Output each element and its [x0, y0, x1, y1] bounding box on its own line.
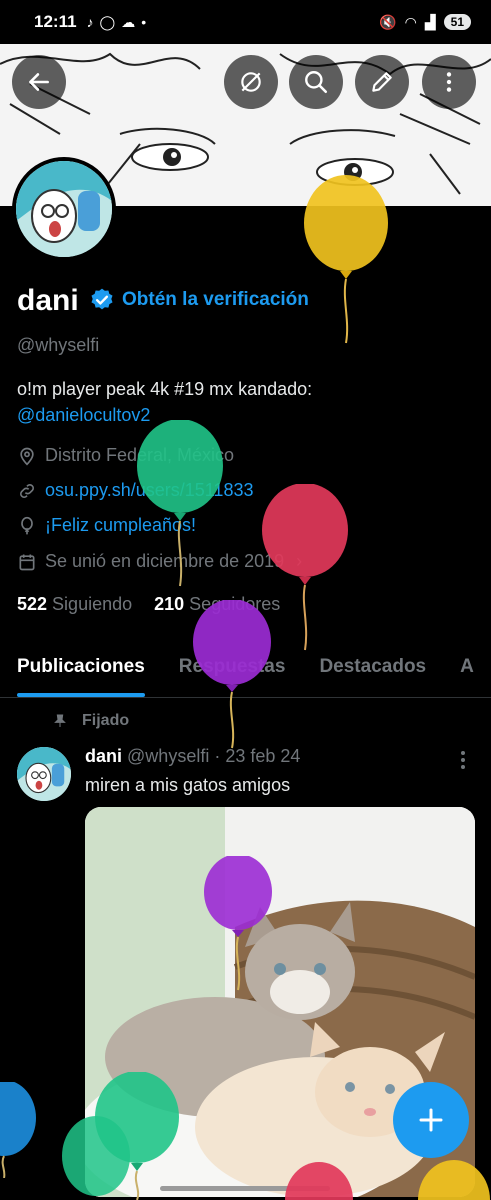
notifications-off-button[interactable]: [224, 55, 278, 109]
followers-count: 210: [154, 594, 185, 614]
back-button[interactable]: [12, 55, 66, 109]
blue-balloon-icon: [0, 1082, 36, 1178]
compose-post-button[interactable]: [393, 1082, 469, 1158]
back-arrow-icon: [29, 73, 49, 91]
yellow-balloon-icon: [304, 175, 388, 344]
tab-more[interactable]: A: [426, 640, 474, 697]
battery-indicator: 51: [443, 14, 471, 30]
signal-icon: ▟: [424, 13, 436, 30]
following-label: Siguiendo: [52, 594, 133, 614]
verified-badge-icon[interactable]: [89, 287, 115, 313]
mute-icon: 🔇: [379, 13, 397, 30]
tab-posts[interactable]: Publicaciones: [0, 640, 145, 697]
edit-icon: [372, 72, 392, 92]
balloon-icon: [21, 516, 33, 534]
post-author-name[interactable]: dani: [85, 746, 122, 766]
post-more-icon[interactable]: [455, 748, 471, 772]
search-button[interactable]: [289, 55, 343, 109]
cloud-icon: ☁: [121, 13, 136, 30]
profile-handle: @whyselfi: [17, 335, 100, 355]
more-vertical-icon: [446, 72, 452, 92]
post-text: miren a mis gatos amigos: [85, 775, 291, 795]
post-author-avatar[interactable]: [17, 747, 71, 801]
purple-balloon-icon: [204, 856, 272, 991]
status-bar: 12:11 ♪ ◯ ☁ • 🔇 ◠ ▟ 51: [0, 0, 491, 44]
tiktok-icon: ♪: [86, 14, 94, 30]
pinned-label: Fijado: [82, 712, 130, 729]
location-icon: [20, 447, 34, 466]
link-icon: [20, 483, 34, 498]
status-system-icons: 🔇 ◠ ▟ 51: [379, 14, 471, 31]
following-stat[interactable]: 522 Siguiendo: [17, 594, 132, 615]
status-app-icons: ♪ ◯ ☁ •: [87, 14, 147, 31]
more-options-button[interactable]: [422, 55, 476, 109]
get-verified-link[interactable]: Obtén la verificación: [122, 289, 309, 311]
whatsapp-icon: ◯: [99, 13, 116, 30]
no-notification-icon: [241, 72, 261, 92]
status-time: 12:11: [34, 12, 77, 31]
yellow-balloon-icon: [418, 1160, 490, 1200]
edit-profile-button[interactable]: [355, 55, 409, 109]
green-balloon-icon: [62, 1116, 130, 1196]
purple-balloon-icon: [193, 600, 271, 749]
dot-icon: •: [141, 14, 147, 30]
following-count: 522: [17, 594, 48, 614]
profile-avatar[interactable]: [12, 157, 116, 261]
bio-text: o!m player peak 4k #19 mx kandado:: [17, 379, 313, 399]
avatar-illustration: [16, 161, 112, 257]
plus-icon: [419, 1108, 443, 1132]
red-balloon-icon: [285, 1162, 353, 1200]
pin-icon: [54, 714, 66, 727]
profile-name: dani: [17, 284, 79, 317]
bio-mention-link[interactable]: @danielocultov2: [17, 405, 150, 425]
avatar-illustration-small: [17, 747, 71, 801]
wifi-icon: ◠: [404, 13, 417, 30]
calendar-icon: [19, 554, 35, 570]
pinned-indicator: Fijado: [52, 712, 129, 730]
search-icon: [305, 71, 328, 94]
green-balloon-icon: [137, 420, 223, 587]
profile-bio: o!m player peak 4k #19 mx kandado: @dani…: [17, 376, 477, 428]
